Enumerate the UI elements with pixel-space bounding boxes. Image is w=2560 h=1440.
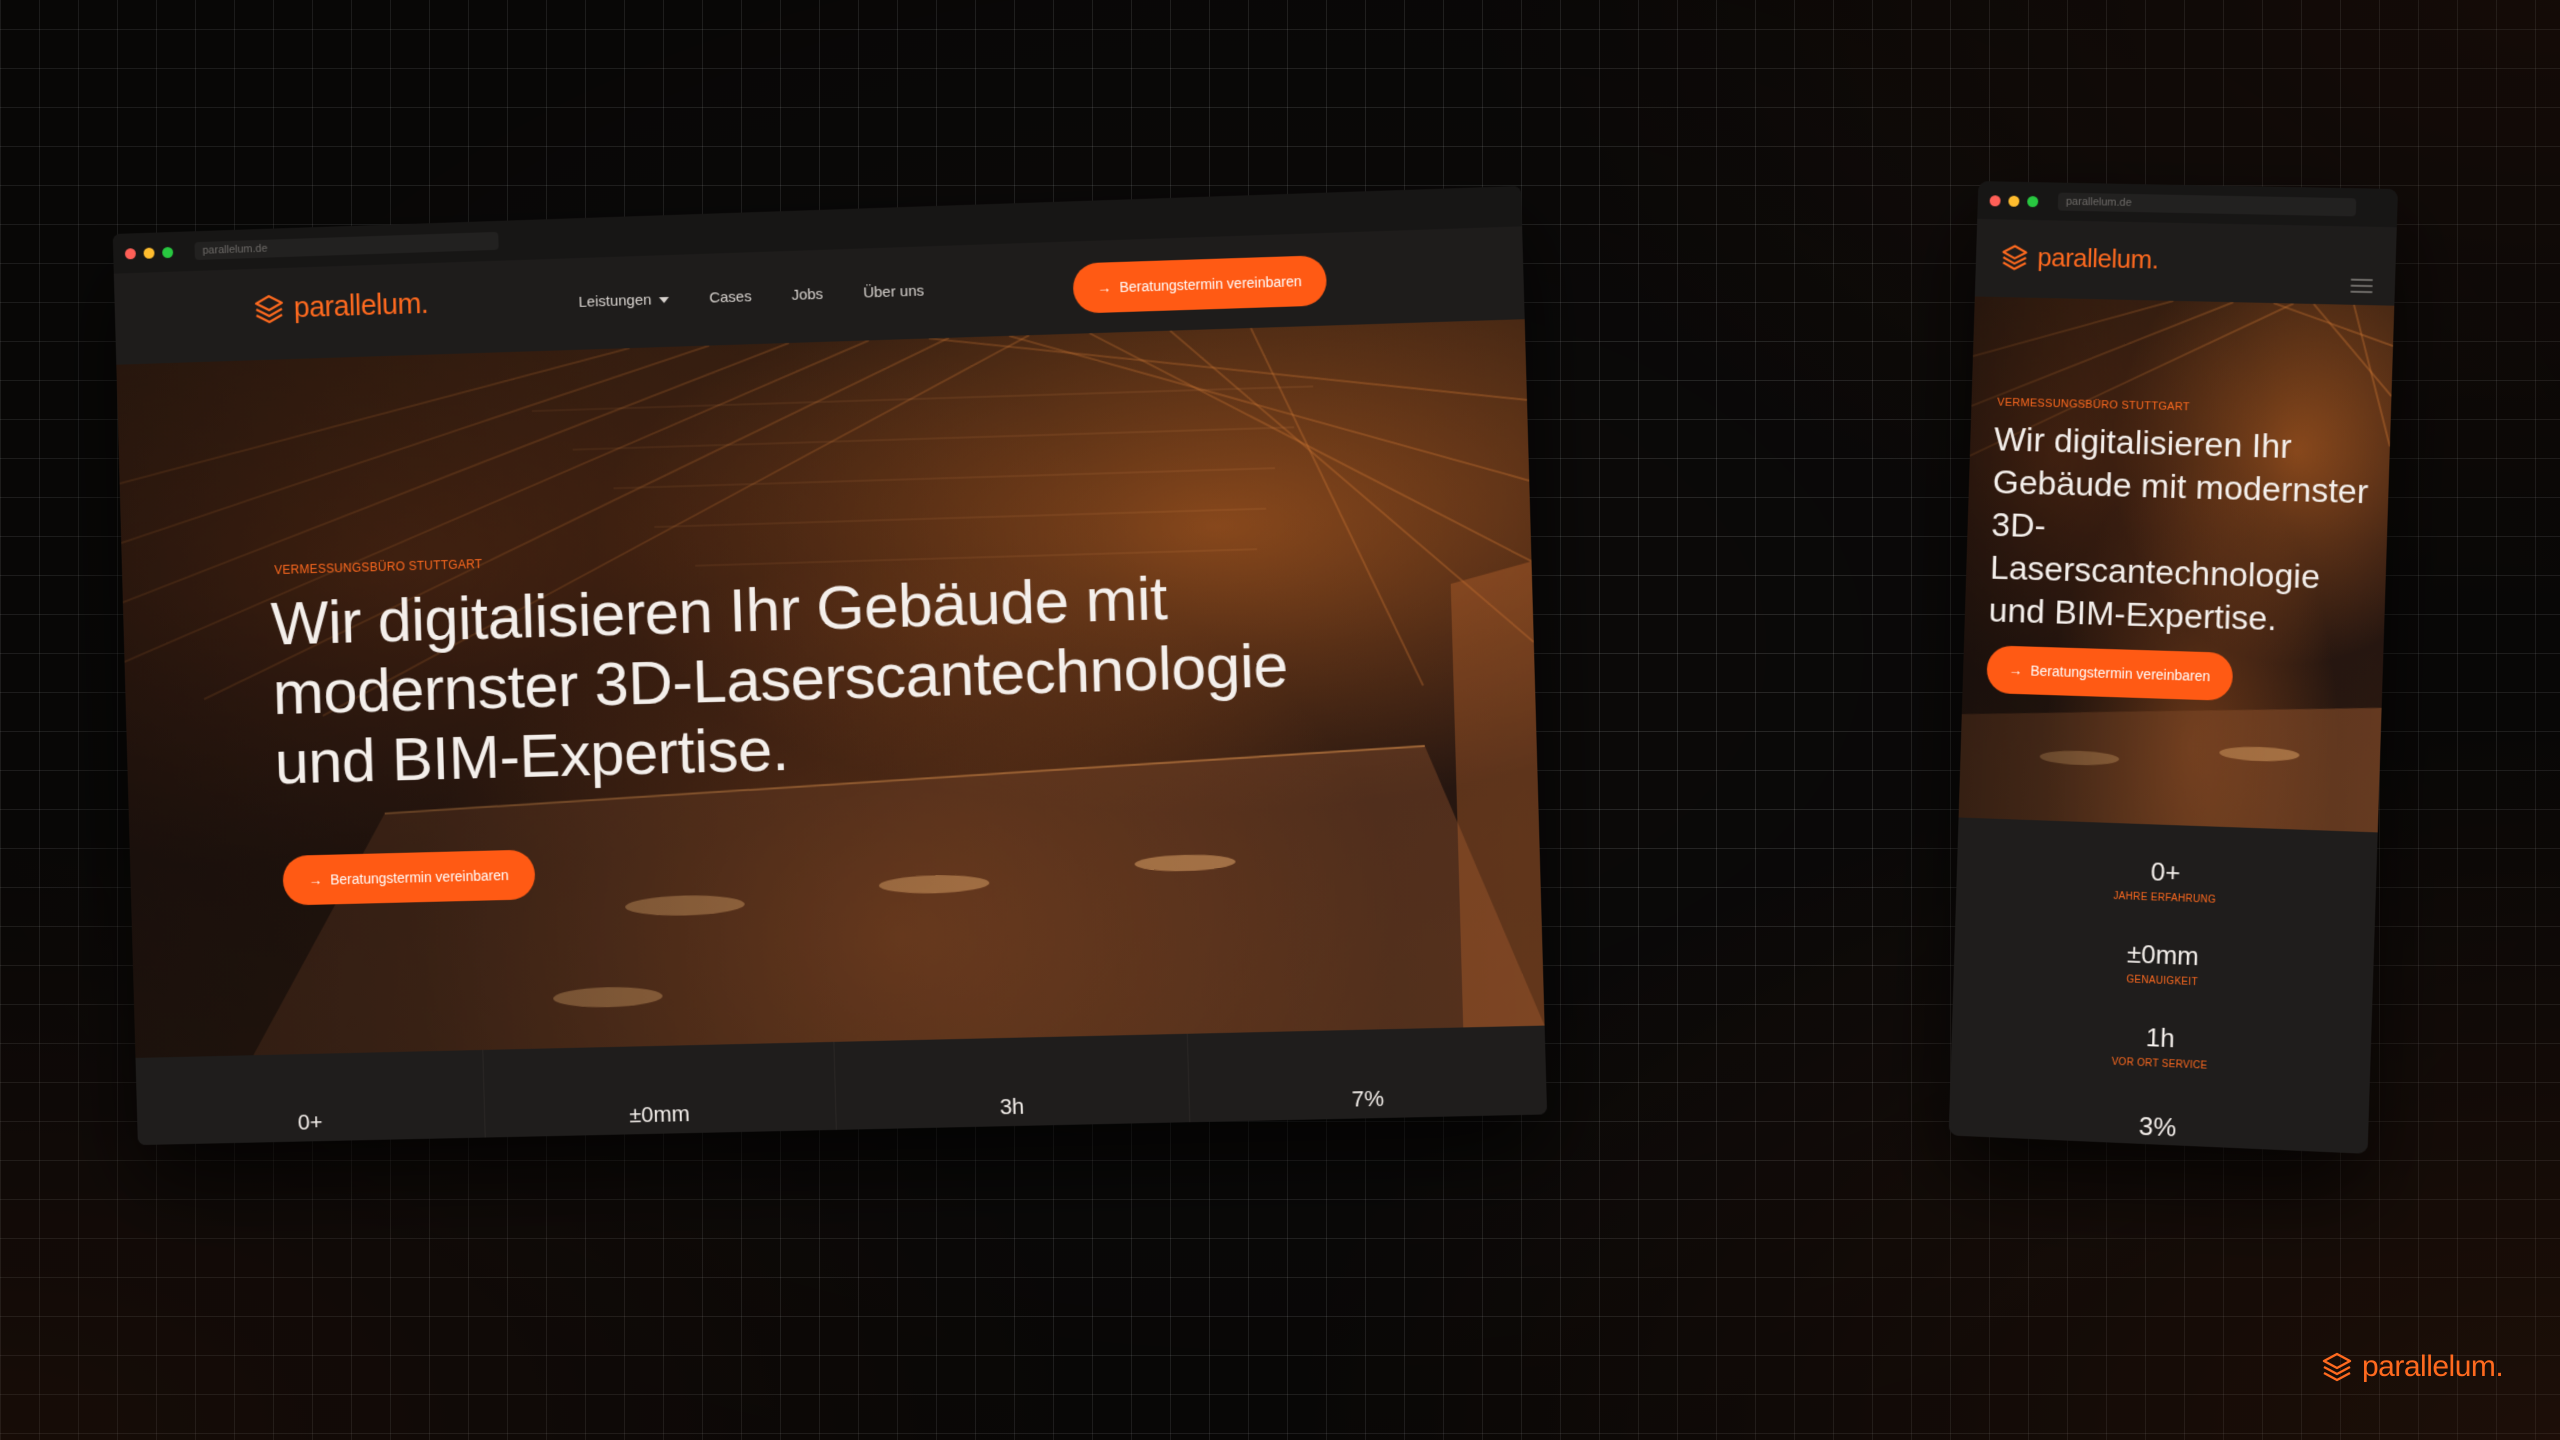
hero-section: VERMESSUNGSBÜRO STUTTGART Wir digitalisi…: [116, 319, 1544, 1058]
stat-value: 7%: [1351, 1086, 1384, 1113]
hero-cta-button[interactable]: → Beratungstermin vereinbaren: [1986, 645, 2233, 701]
stacked-layers-icon: [2320, 1350, 2354, 1384]
nav-item-label: Cases: [709, 288, 752, 306]
cta-label: Beratungstermin vereinbaren: [2030, 663, 2210, 685]
stat-value: 0+: [298, 1109, 323, 1135]
stat-value: 3%: [2138, 1110, 2176, 1143]
cta-label: Beratungstermin vereinbaren: [330, 867, 509, 887]
stat-item: 7%: [1188, 1026, 1547, 1125]
mobile-browser-mockup: parallelum.de parallelum. VERMESSUNGSBÜR…: [1949, 181, 2398, 1154]
brand-logo[interactable]: parallelum.: [252, 287, 429, 327]
stat-item: ±0mm: [483, 1042, 836, 1140]
showcase-background: parallelum.de parallelum. Leistungen Cas…: [0, 0, 2560, 1440]
brand-name: parallelum.: [2362, 1350, 2503, 1384]
maximize-window-dot[interactable]: [162, 246, 173, 257]
address-bar[interactable]: parallelum.de: [2058, 193, 2357, 217]
stacked-layers-icon: [252, 292, 286, 327]
hero-headline: Wir digitalisieren Ihr Gebäude mit moder…: [1988, 418, 2374, 644]
address-bar[interactable]: parallelum.de: [194, 232, 498, 260]
maximize-window-dot[interactable]: [2027, 195, 2038, 206]
stat-item: 0+ JAHRE ERFAHRUNG: [1956, 831, 2378, 929]
stats-list: 0+ JAHRE ERFAHRUNG ±0mm GENAUIGKEIT 1h V…: [1949, 817, 2378, 1153]
brand-name: parallelum.: [293, 287, 428, 324]
arrow-right-icon: →: [2008, 662, 2022, 678]
stat-value: ±0mm: [629, 1101, 690, 1128]
caret-down-icon: [659, 296, 669, 302]
stacked-layers-icon: [1999, 242, 2030, 272]
stat-label: JAHRE ERFAHRUNG: [2113, 891, 2216, 906]
nav-item-cases[interactable]: Cases: [709, 288, 752, 306]
stat-item: 0+: [135, 1050, 485, 1145]
minimize-window-dot[interactable]: [2008, 195, 2019, 206]
arrow-right-icon: →: [1097, 279, 1112, 296]
hero-headline: Wir digitalisieren Ihr Gebäude mit moder…: [270, 558, 1375, 798]
brand-name: parallelum.: [2037, 242, 2159, 275]
site-header: parallelum.: [1975, 219, 2397, 306]
corner-brand-logo: parallelum.: [2320, 1350, 2503, 1384]
desktop-browser-mockup: parallelum.de parallelum. Leistungen Cas…: [113, 186, 1547, 1145]
nav-item-jobs[interactable]: Jobs: [791, 286, 823, 304]
nav-item-leistungen[interactable]: Leistungen: [578, 291, 669, 311]
nav-item-label: Über uns: [863, 283, 924, 302]
close-window-dot[interactable]: [1990, 195, 2001, 206]
stat-value: 1h: [2145, 1022, 2175, 1054]
hero-cta-button[interactable]: → Beratungstermin vereinbaren: [282, 849, 535, 905]
stat-value: ±0mm: [2126, 938, 2199, 972]
close-window-dot[interactable]: [125, 248, 136, 259]
cta-label: Beratungstermin vereinbaren: [1119, 273, 1302, 295]
brand-logo[interactable]: parallelum.: [1999, 241, 2159, 275]
nav-item-ueber-uns[interactable]: Über uns: [863, 283, 924, 302]
stat-value: 3h: [999, 1094, 1024, 1121]
header-cta-button[interactable]: → Beratungstermin vereinbaren: [1072, 255, 1326, 314]
nav-item-label: Jobs: [791, 286, 823, 304]
stat-label: VOR ORT SERVICE: [2111, 1057, 2207, 1072]
minimize-window-dot[interactable]: [144, 247, 155, 258]
stat-item: 3h: [834, 1034, 1191, 1132]
hamburger-icon[interactable]: [2350, 279, 2373, 294]
main-navigation: Leistungen Cases Jobs Über uns: [578, 283, 924, 311]
arrow-right-icon: →: [308, 872, 322, 888]
stat-value: 0+: [2150, 856, 2181, 888]
hero-section: VERMESSUNGSBÜRO STUTTGART Wir digitalisi…: [1959, 296, 2395, 832]
nav-item-label: Leistungen: [578, 292, 651, 311]
stat-label: GENAUIGKEIT: [2126, 974, 2198, 988]
